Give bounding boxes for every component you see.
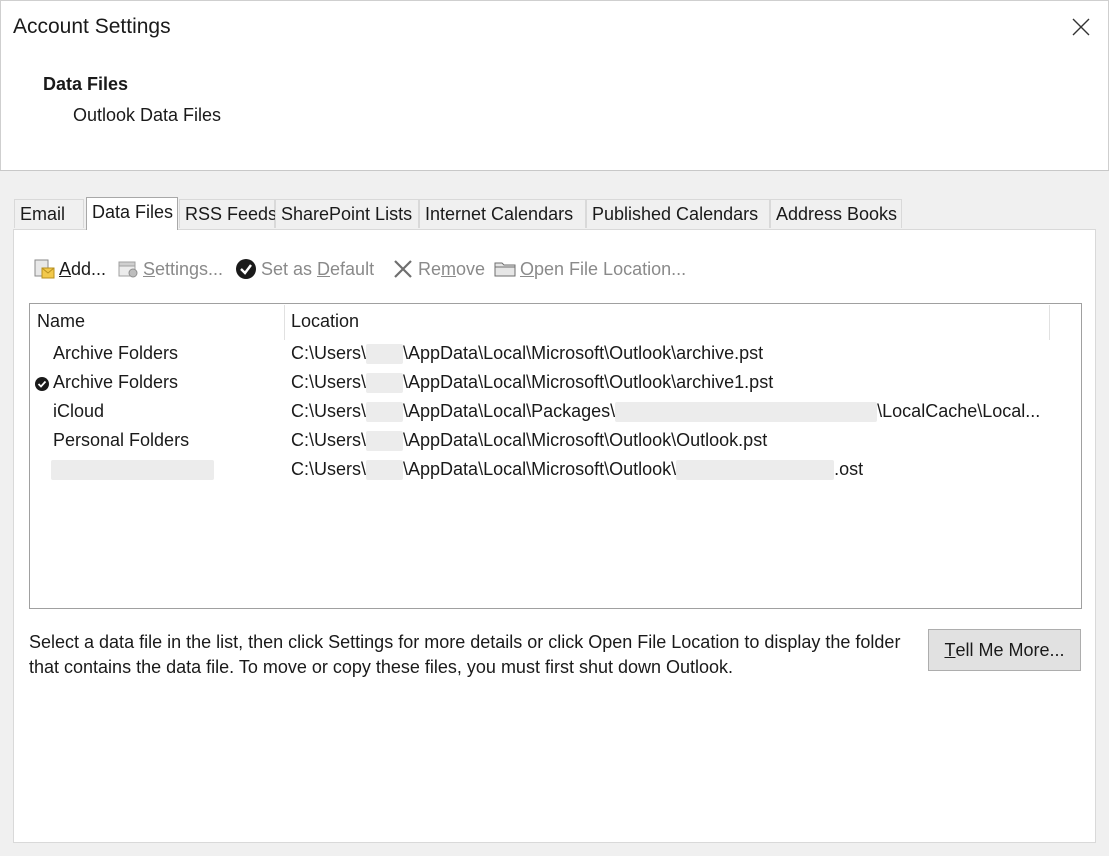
list-item-location[interactable]: C:\Users\ \AppData\Local\Packages\ \LocalC… [291, 401, 1041, 423]
list-item-location[interactable]: C:\Users\ \AppData\Local\Microsoft\Outloo… [291, 372, 774, 394]
location-middle: \AppData\Local\Packages\ [403, 401, 616, 421]
settings-label: ettings... [155, 258, 224, 279]
list-item-name[interactable]: Archive Folders [53, 343, 178, 364]
open-location-mnemonic: O [520, 258, 535, 279]
tab-sharepoint-lists[interactable]: SharePoint Lists [275, 199, 419, 228]
redacted-username [366, 431, 404, 452]
tab-data-files[interactable]: Data Files [86, 197, 178, 230]
list-item-name[interactable]: iCloud [53, 401, 104, 422]
location-suffix: .ost [834, 459, 864, 479]
add-button[interactable]: Add... [33, 256, 106, 282]
location-prefix: C:\Users\ [291, 430, 367, 450]
tell-me-more-button[interactable]: Tell Me More... [928, 629, 1081, 671]
location-suffix: \AppData\Local\Microsoft\Outlook\archive… [403, 372, 774, 392]
settings-icon [117, 258, 139, 280]
section-subtitle: Outlook Data Files [73, 105, 222, 125]
set-default-mnemonic: D [317, 258, 331, 279]
remove-label: ove [456, 258, 486, 279]
tell-me-more-label: ell Me More... [955, 639, 1065, 660]
add-data-file-icon [33, 258, 55, 280]
tab-address-books[interactable]: Address Books [770, 199, 902, 228]
redacted-username [366, 402, 404, 423]
set-as-default-button[interactable]: Set as Default [235, 256, 374, 282]
settings-button[interactable]: Settings... [117, 256, 223, 282]
location-middle: \AppData\Local\Microsoft\Outlook\ [403, 459, 677, 479]
list-item-location[interactable]: C:\Users\ \AppData\Local\Microsoft\Outloo… [291, 430, 768, 452]
list-item-name[interactable]: Archive Folders [53, 372, 178, 393]
location-prefix: C:\Users\ [291, 343, 367, 363]
add-mnemonic: A [59, 258, 72, 279]
settings-mnemonic: S [143, 258, 156, 279]
location-suffix: \AppData\Local\Microsoft\Outlook\Outlook… [403, 430, 768, 450]
checkmark-icon [235, 258, 257, 280]
column-header-name[interactable]: Name [37, 311, 85, 332]
redacted-username [366, 460, 404, 481]
redacted-file-name [676, 460, 835, 481]
column-divider[interactable] [284, 305, 285, 340]
remove-x-icon [392, 258, 414, 280]
default-checkmark-icon [35, 375, 49, 391]
tab-published-calendars[interactable]: Published Calendars [586, 199, 770, 228]
redacted-username [366, 344, 404, 365]
add-label: dd... [71, 258, 107, 279]
list-item-name[interactable]: Personal Folders [53, 430, 189, 451]
location-suffix: \AppData\Local\Microsoft\Outlook\archive… [403, 343, 764, 363]
section-title: Data Files [43, 74, 129, 94]
location-prefix: C:\Users\ [291, 459, 367, 479]
remove-mnemonic: m [441, 258, 457, 279]
redacted-username [366, 373, 404, 394]
tab-rss-feeds[interactable]: RSS Feeds [179, 199, 277, 228]
open-location-label: pen File Location... [534, 258, 687, 279]
folder-icon [494, 258, 516, 280]
list-item-location[interactable]: C:\Users\ \AppData\Local\Microsoft\Outloo… [291, 343, 764, 365]
set-default-prefix: Set as [261, 258, 318, 279]
close-icon[interactable] [1068, 14, 1094, 40]
tab-email[interactable]: Email [14, 199, 84, 228]
column-header-location[interactable]: Location [291, 311, 359, 332]
remove-prefix: Re [418, 258, 442, 279]
dialog-title: Account Settings [13, 15, 171, 38]
tab-internet-calendars[interactable]: Internet Calendars [419, 199, 586, 228]
redacted-account-name [51, 460, 214, 481]
list-item-location[interactable]: C:\Users\ \AppData\Local\Microsoft\Outloo… [291, 459, 864, 481]
help-text: Select a data file in the list, then cli… [29, 632, 901, 677]
column-divider[interactable] [1049, 305, 1050, 340]
open-file-location-button[interactable]: Open File Location... [494, 256, 686, 282]
set-default-label: efault [330, 258, 375, 279]
location-prefix: C:\Users\ [291, 372, 367, 392]
list-item-name[interactable] [51, 459, 214, 481]
location-suffix: \LocalCache\Local... [877, 401, 1041, 421]
tell-me-more-mnemonic: T [944, 639, 956, 660]
location-prefix: C:\Users\ [291, 401, 367, 421]
remove-button[interactable]: Remove [392, 256, 485, 282]
redacted-package-name [615, 402, 878, 423]
